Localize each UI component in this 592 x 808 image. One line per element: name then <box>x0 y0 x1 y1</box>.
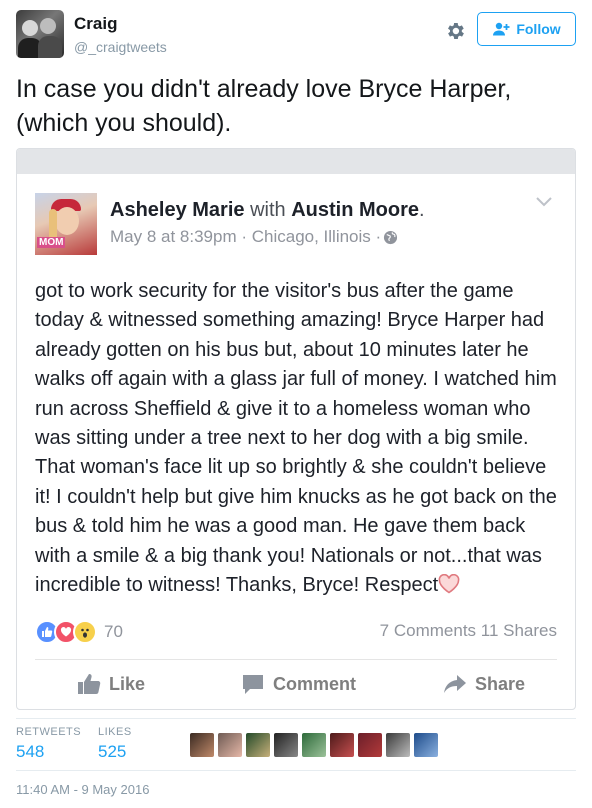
liker-avatar[interactable] <box>302 733 326 757</box>
liker-avatars <box>190 733 438 757</box>
gear-icon[interactable] <box>444 20 466 42</box>
author-handle[interactable]: @_craigtweets <box>74 39 167 55</box>
card-top-bar <box>17 149 575 174</box>
wow-reaction-icon <box>73 620 97 644</box>
retweets-count[interactable]: 548 <box>16 742 81 762</box>
reaction-count: 70 <box>104 622 123 641</box>
fb-post-meta: May 8 at 8:39pm · Chicago, Illinois · <box>110 227 398 247</box>
retweets-label: RETWEETS <box>16 726 82 738</box>
chevron-down-icon <box>535 195 553 207</box>
comment-icon <box>243 675 263 694</box>
stats-divider-top <box>16 718 576 719</box>
fb-meta-text: May 8 at 8:39pm · Chicago, Illinois · <box>110 227 382 246</box>
share-arrow-icon <box>444 675 466 693</box>
likes-stat[interactable]: LIKES 525 <box>98 726 132 762</box>
globe-icon <box>383 230 398 245</box>
add-user-icon <box>492 22 510 36</box>
liker-avatar[interactable] <box>414 733 438 757</box>
fb-author-avatar: MOM <box>35 193 97 255</box>
tweet-text: In case you didn't already love Bryce Ha… <box>16 75 512 137</box>
likes-label: LIKES <box>98 726 132 738</box>
fb-share-action: Share <box>443 669 525 699</box>
stats-divider-bottom <box>16 770 576 771</box>
reaction-summary: 70 <box>35 619 123 645</box>
fb-post-body: got to work security for the visitor's b… <box>35 277 565 600</box>
embedded-facebook-post[interactable]: MOM Asheley Marie with Austin Moore. May… <box>16 148 576 710</box>
liker-avatar[interactable] <box>190 733 214 757</box>
fb-comment-label: Comment <box>273 673 357 694</box>
fb-like-action: Like <box>77 669 145 699</box>
liker-avatar[interactable] <box>218 733 242 757</box>
author-name[interactable]: Craig <box>74 14 117 34</box>
fb-share-label: Share <box>475 673 526 694</box>
liker-avatar[interactable] <box>386 733 410 757</box>
liker-avatar[interactable] <box>330 733 354 757</box>
liker-avatar[interactable] <box>246 733 270 757</box>
liker-avatar[interactable] <box>358 733 382 757</box>
tweet-header: Craig @_craigtweets Follow <box>16 10 576 60</box>
follow-label: Follow <box>516 21 561 37</box>
tweet-timestamp[interactable]: 11:40 AM - 9 May 2016 <box>16 782 149 797</box>
fb-comment-action: Comment <box>241 669 356 699</box>
liker-avatar[interactable] <box>274 733 298 757</box>
fb-author-name: Asheley Marie <box>110 199 245 221</box>
fb-like-label: Like <box>109 673 146 694</box>
fb-author-line: Asheley Marie with Austin Moore. <box>110 199 425 222</box>
avatar-tag: MOM <box>37 237 66 248</box>
fb-post-body-text: got to work security for the visitor's b… <box>35 280 557 597</box>
retweet-stat[interactable]: RETWEETS 548 <box>16 726 81 762</box>
fb-action-divider <box>35 659 557 660</box>
fb-tagged-name: Austin Moore <box>291 199 419 221</box>
fb-name-period: . <box>419 199 425 221</box>
fb-comment-share-stats: 7 Comments 11 Shares <box>379 621 557 640</box>
author-avatar[interactable] <box>16 10 64 58</box>
thumbs-up-icon <box>78 674 101 694</box>
fb-with-word: with <box>250 199 286 221</box>
heart-emoji <box>438 573 460 594</box>
likes-count[interactable]: 525 <box>98 742 132 762</box>
follow-button[interactable]: Follow <box>477 12 576 46</box>
